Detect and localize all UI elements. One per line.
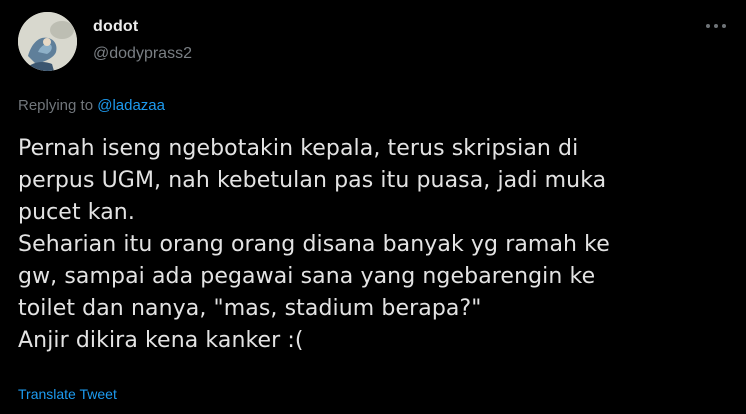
profile-avatar-icon (18, 12, 77, 71)
more-dot (706, 24, 710, 28)
tweet-line: pucet kan. (18, 200, 135, 225)
tweet-line: Anjir dikira kena kanker :( (18, 328, 304, 353)
tweet-line: perpus UGM, nah kebetulan pas itu puasa,… (18, 168, 607, 193)
tweet-line: toilet dan nanya, "mas, stadium berapa?" (18, 296, 482, 321)
avatar[interactable] (18, 12, 77, 71)
tweet-text: Pernah iseng ngebotakin kepala, terus sk… (18, 133, 718, 357)
replying-to-label: Replying to (18, 97, 98, 114)
more-dot (714, 24, 718, 28)
more-dot (722, 24, 726, 28)
user-handle[interactable]: @dodyprass2 (93, 45, 192, 63)
tweet-line: gw, sampai ada pegawai sana yang ngebare… (18, 264, 596, 289)
tweet-card: dodot @dodyprass2 Replying to @ladazaa P… (0, 0, 746, 414)
tweet-line: Seharian itu orang orang disana banyak y… (18, 232, 610, 257)
tweet-line: Pernah iseng ngebotakin kepala, terus sk… (18, 136, 579, 161)
translate-tweet-link[interactable]: Translate Tweet (18, 386, 117, 402)
replying-to: Replying to @ladazaa (18, 97, 165, 114)
reply-mention-link[interactable]: @ladazaa (97, 97, 165, 114)
more-options-icon[interactable] (703, 18, 729, 34)
display-name[interactable]: dodot (93, 18, 138, 36)
